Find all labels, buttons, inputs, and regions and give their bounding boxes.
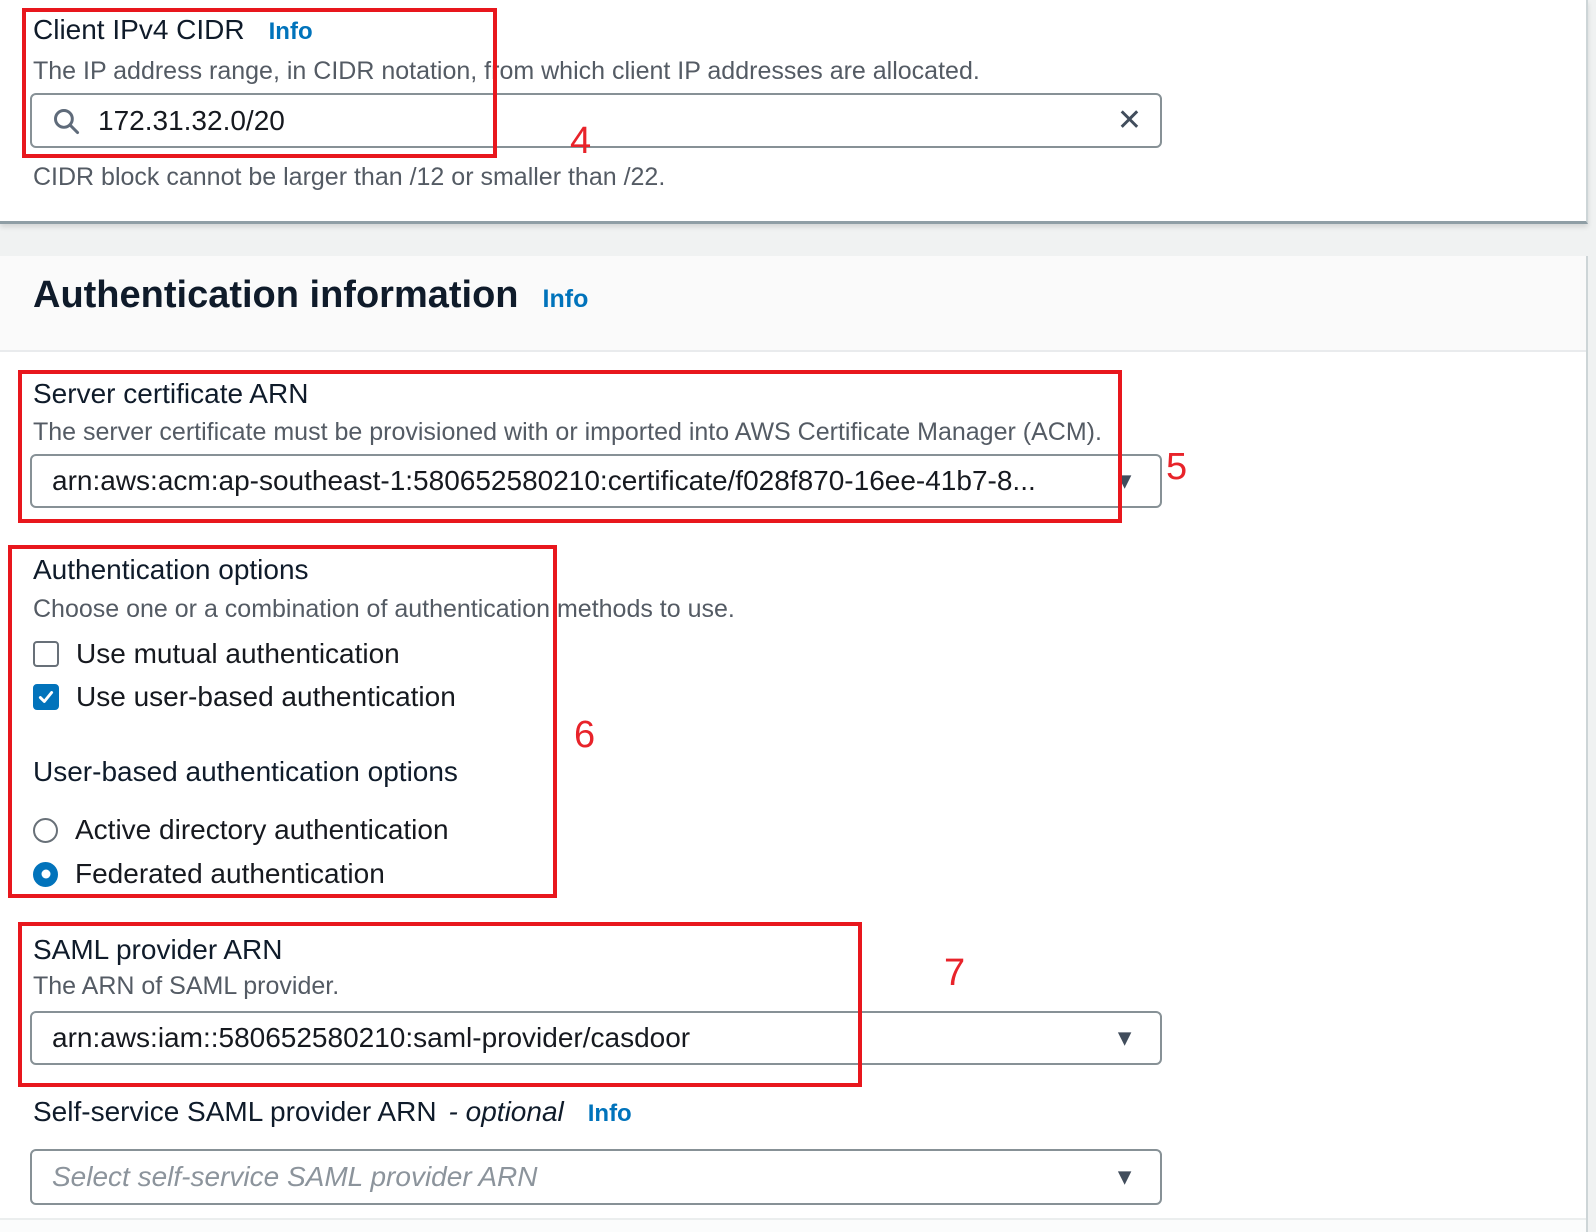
chevron-down-icon: ▼ bbox=[1113, 467, 1136, 494]
saml-provider-select[interactable]: arn:aws:iam::580652580210:saml-provider/… bbox=[30, 1011, 1162, 1065]
chevron-down-icon: ▼ bbox=[1113, 1163, 1136, 1190]
auth-options-description: Choose one or a combination of authentic… bbox=[33, 595, 735, 623]
self-service-label: Self-service SAML provider ARN bbox=[33, 1096, 437, 1127]
active-directory-radio[interactable] bbox=[33, 817, 58, 843]
active-directory-label: Active directory authentication bbox=[75, 814, 449, 845]
client-cidr-constraint-hint: CIDR block cannot be larger than /12 or … bbox=[33, 163, 666, 191]
saml-provider-value: arn:aws:iam::580652580210:saml-provider/… bbox=[52, 1022, 691, 1053]
panel-footer-divider bbox=[0, 1218, 1586, 1232]
mutual-auth-option[interactable]: Use mutual authentication bbox=[33, 638, 400, 670]
self-service-optional-label: - optional bbox=[448, 1096, 564, 1127]
self-service-placeholder: Select self-service SAML provider ARN bbox=[52, 1161, 538, 1192]
clear-input-icon[interactable]: ✕ bbox=[1117, 105, 1142, 136]
mutual-auth-label: Use mutual authentication bbox=[76, 638, 400, 669]
authentication-heading: Authentication information bbox=[33, 274, 519, 316]
server-cert-label: Server certificate ARN bbox=[33, 378, 309, 409]
federated-auth-option[interactable]: Federated authentication bbox=[33, 858, 385, 890]
user-based-options-label-row: User-based authentication options bbox=[33, 756, 458, 788]
server-cert-description: The server certificate must be provision… bbox=[33, 418, 1102, 446]
saml-provider-description: The ARN of SAML provider. bbox=[33, 972, 340, 1000]
client-cidr-input[interactable]: 172.31.32.0/20 ✕ bbox=[30, 93, 1162, 148]
authentication-info-link[interactable]: Info bbox=[543, 285, 589, 314]
federated-auth-label: Federated authentication bbox=[75, 858, 385, 889]
saml-provider-label: SAML provider ARN bbox=[33, 934, 283, 965]
user-based-options-label: User-based authentication options bbox=[33, 756, 458, 787]
client-cidr-description: The IP address range, in CIDR notation, … bbox=[33, 57, 980, 85]
saml-provider-label-row: SAML provider ARN bbox=[33, 934, 283, 966]
check-icon bbox=[38, 691, 54, 703]
create-client-vpn-form: Client IPv4 CIDR Info The IP address ran… bbox=[0, 0, 1596, 1232]
self-service-select[interactable]: Select self-service SAML provider ARN ▼ bbox=[30, 1149, 1162, 1205]
user-based-auth-option[interactable]: Use user-based authentication bbox=[33, 681, 456, 713]
self-service-label-row: Self-service SAML provider ARN - optiona… bbox=[33, 1096, 632, 1128]
server-cert-label-row: Server certificate ARN bbox=[33, 378, 308, 410]
client-cidr-label: Client IPv4 CIDR bbox=[33, 14, 245, 45]
chevron-down-icon: ▼ bbox=[1113, 1024, 1136, 1051]
user-based-auth-label: Use user-based authentication bbox=[76, 681, 456, 712]
auth-options-label: Authentication options bbox=[33, 554, 309, 585]
server-cert-select[interactable]: arn:aws:acm:ap-southeast-1:580652580210:… bbox=[30, 454, 1162, 508]
client-cidr-label-row: Client IPv4 CIDR Info bbox=[33, 14, 313, 46]
client-cidr-info-link[interactable]: Info bbox=[269, 18, 313, 46]
user-based-auth-checkbox[interactable] bbox=[33, 684, 59, 710]
auth-options-label-row: Authentication options bbox=[33, 554, 309, 586]
active-directory-option[interactable]: Active directory authentication bbox=[33, 814, 449, 846]
server-cert-value: arn:aws:acm:ap-southeast-1:580652580210:… bbox=[52, 465, 1036, 496]
search-icon bbox=[54, 108, 80, 134]
mutual-auth-checkbox[interactable] bbox=[33, 641, 59, 667]
self-service-info-link[interactable]: Info bbox=[588, 1100, 632, 1128]
federated-auth-radio[interactable] bbox=[33, 861, 58, 887]
client-cidr-value: 172.31.32.0/20 bbox=[98, 104, 285, 136]
authentication-heading-row: Authentication information Info bbox=[33, 274, 588, 317]
